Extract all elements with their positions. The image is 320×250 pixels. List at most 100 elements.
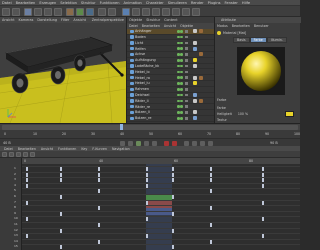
keyframe-marker[interactable] [146,172,148,177]
attr-menu-2[interactable]: Benutzer [254,24,269,28]
object-row[interactable]: Anhänger [127,29,215,35]
ds-menu-6[interactable]: Navigation [112,147,130,151]
material-tag-icon[interactable] [193,98,197,103]
viewport-menu-2[interactable]: Darstellung [37,18,57,22]
material-tag-icon[interactable] [193,40,197,45]
menu-item-12[interactable]: Hilfe [242,1,250,5]
keyframe-marker[interactable] [172,178,174,183]
rotate-icon[interactable] [54,7,62,16]
menu-item-5[interactable]: Funktionen [100,1,120,5]
keyframe-marker[interactable] [26,234,28,239]
ds-tool-4-icon[interactable] [23,152,28,157]
menu-item-11[interactable]: Fenster [225,1,238,5]
menu-item-4[interactable]: Struktur [81,1,96,5]
material-tag-icon[interactable] [193,116,197,121]
render-picture-icon[interactable] [108,7,116,16]
render-dot-icon[interactable] [180,99,183,103]
ds-tool-1-icon[interactable] [2,152,7,157]
enable-check-icon[interactable] [185,59,188,62]
render-dot-icon[interactable] [180,117,183,120]
3d-viewport[interactable] [0,23,126,123]
object-row[interactable]: Bolzen_re [127,116,215,122]
light-icon[interactable] [192,7,200,16]
redo-icon[interactable] [12,7,20,16]
menu-item-2[interactable]: Erzeugen [39,1,56,5]
z-axis-icon[interactable] [86,7,94,16]
attr-tab-1[interactable]: Farbe [249,37,267,43]
render-dot-icon[interactable] [180,88,183,91]
render-dot-icon[interactable] [180,70,183,74]
om-menu-0[interactable]: Datei [129,24,138,28]
autokey-icon[interactable] [172,140,177,146]
x-axis-icon[interactable] [66,7,74,16]
keyframe-marker[interactable] [172,195,174,199]
keyframe-marker[interactable] [210,223,212,227]
material-tag-icon[interactable] [193,110,197,115]
scene-icon[interactable] [172,7,180,16]
enable-check-icon[interactable] [185,117,188,120]
keyframe-marker[interactable] [146,183,148,188]
material-tag-icon[interactable] [193,81,197,86]
color-swatch[interactable] [285,111,294,117]
render-dot-icon[interactable] [180,93,183,97]
render-dot-icon[interactable] [180,47,183,50]
object-row[interactable]: Räder_re [127,104,215,110]
keyframe-marker[interactable] [146,234,148,239]
camera-icon[interactable] [182,7,190,16]
object-row[interactable]: Aufhängung [127,58,215,64]
enable-check-icon[interactable] [185,82,188,85]
attr-row-texture[interactable]: Textur [217,117,227,122]
ds-menu-2[interactable]: Ansicht [41,147,53,151]
render-dot-icon[interactable] [180,76,183,79]
position-key-icon[interactable] [192,140,197,146]
texture-tag-icon[interactable] [199,52,203,57]
texture-tag-icon[interactable] [199,98,203,103]
menu-item-10[interactable]: Plugins [208,1,221,5]
object-row[interactable]: Deichsel [127,93,215,99]
object-row[interactable]: Achse [127,52,215,58]
keyframe-marker[interactable] [26,178,28,183]
viewport-menu-3[interactable]: Filter [61,18,69,22]
menu-item-3[interactable]: Selektion [60,1,77,5]
scale-icon[interactable] [44,7,52,16]
material-tag-icon[interactable] [193,46,197,51]
keyframe-marker[interactable] [172,211,174,216]
keyframe-marker[interactable] [172,172,174,177]
render-dot-icon[interactable] [180,111,183,114]
keyframe-marker[interactable] [172,167,174,171]
attr-menu-0[interactable]: Modus [217,24,228,28]
attr-row-color[interactable]: Farbe [217,105,226,110]
play-icon[interactable] [136,140,141,146]
keyframe-marker[interactable] [210,167,212,171]
keyframe-marker[interactable] [262,183,264,188]
go-to-start-icon[interactable] [120,140,125,146]
keyframe-marker[interactable] [98,178,100,183]
ds-menu-5[interactable]: F-Kurven [92,147,107,151]
ds-tool-3-icon[interactable] [16,152,21,157]
texture-tag-icon[interactable] [199,75,203,80]
object-row[interactable]: Bolzen_li [127,110,215,116]
render-dot-icon[interactable] [180,59,183,62]
array-icon[interactable] [152,7,160,16]
menu-item-6[interactable]: Animation [124,1,142,5]
keyframe-marker[interactable] [210,178,212,183]
keyframe-marker[interactable] [26,172,28,177]
keyframe-marker[interactable] [60,211,62,216]
render-view-icon[interactable] [98,7,106,16]
keyframe-marker[interactable] [26,200,28,205]
ds-tool-5-icon[interactable] [30,152,35,157]
enable-check-icon[interactable] [185,76,188,79]
keyframe-marker[interactable] [210,206,212,211]
om-tab-2[interactable]: Content [164,18,178,22]
keyframe-marker[interactable] [60,167,62,171]
object-row[interactable]: Boden [127,35,215,41]
texture-tag-icon[interactable] [199,29,203,34]
ds-tool-2-icon[interactable] [9,152,14,157]
live-selection-icon[interactable] [24,7,32,16]
keyframe-marker[interactable] [172,245,174,250]
keyframe-marker[interactable] [98,223,100,227]
ds-menu-1[interactable]: Bearbeiten [18,147,36,151]
nurbs-icon[interactable] [142,7,150,16]
keyframe-marker[interactable] [26,217,28,222]
go-to-end-icon[interactable] [152,140,157,146]
